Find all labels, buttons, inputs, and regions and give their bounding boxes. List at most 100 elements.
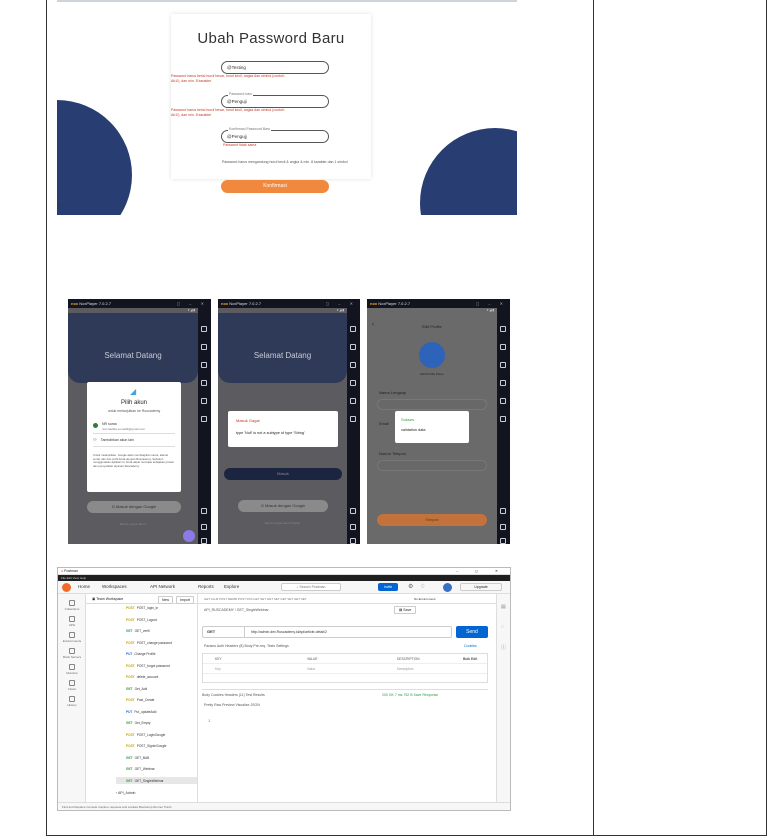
upgrade-button[interactable]: Upgrade: [460, 583, 502, 591]
toolbar-icon[interactable]: [500, 344, 506, 350]
search-input[interactable]: ⌕ Search Postman: [281, 583, 341, 591]
tree-request-item[interactable]: POST POST_SignInGoogle: [126, 744, 166, 748]
back-icon[interactable]: [500, 508, 506, 514]
toolbar-icon[interactable]: [500, 380, 506, 386]
toolbar-icon[interactable]: [201, 326, 207, 332]
new-button[interactable]: New: [158, 596, 174, 604]
recents-icon[interactable]: [201, 538, 207, 544]
save-button[interactable]: Simpan: [377, 514, 487, 526]
old-password-field[interactable]: @Testing: [221, 61, 329, 74]
edit-photo-caption[interactable]: Edit Profile Photo: [367, 372, 497, 376]
description-input[interactable]: Description: [397, 664, 414, 674]
tree-request-item[interactable]: POST POST_forgot password: [126, 664, 170, 668]
window-controls[interactable]: ◻ – ✕: [476, 299, 507, 308]
add-account-row[interactable]: ⚇ Tambahkan akun lain: [93, 437, 175, 447]
nav-workspaces[interactable]: Workspaces: [102, 584, 127, 589]
toolbar-icon[interactable]: [350, 344, 356, 350]
account-row[interactable]: NR suma nurmaulida.suma03@gmail.com: [93, 420, 175, 434]
profile-avatar[interactable]: [419, 342, 445, 368]
comments-icon[interactable]: ◌: [501, 624, 504, 630]
floating-avatar-icon[interactable]: [183, 530, 195, 542]
new-password-field[interactable]: Password baru @Penguji: [221, 92, 329, 108]
invite-button[interactable]: Invite: [378, 583, 398, 591]
toolbar-icon[interactable]: [500, 416, 506, 422]
toolbar-icon[interactable]: [500, 398, 506, 404]
key-input[interactable]: Key: [215, 664, 221, 674]
info-icon[interactable]: ⓘ: [501, 644, 506, 651]
toolbar-icon[interactable]: [201, 362, 207, 368]
login-button[interactable]: Masuk: [224, 468, 342, 480]
send-button[interactable]: Send: [456, 626, 488, 638]
toolbar-icon[interactable]: [350, 326, 356, 332]
tree-request-item[interactable]: PUT Put_updateAdd: [126, 710, 156, 714]
settings-icon[interactable]: ⚙: [408, 583, 413, 590]
toolbar-icon[interactable]: [201, 344, 207, 350]
tree-request-item[interactable]: POST Post_Create: [126, 698, 154, 702]
tree-request-item[interactable]: GET GET_SingleWebinar: [126, 779, 164, 783]
toolbar-icon[interactable]: [350, 362, 356, 368]
tree-request-item[interactable]: GET Get_Add: [126, 687, 147, 691]
tree-request-item[interactable]: GET GET_BAB: [126, 756, 149, 760]
response-tabs[interactable]: Body Cookies Headers (11) Test Results 2…: [202, 689, 488, 699]
status-bar[interactable]: Find and Replace Console Capture request…: [58, 802, 510, 810]
back-icon[interactable]: [350, 508, 356, 514]
toolbar-icon[interactable]: [350, 416, 356, 422]
cookies-link[interactable]: Cookies: [464, 644, 477, 648]
toolbar-icon[interactable]: [500, 362, 506, 368]
environment-select[interactable]: No Environment: [414, 594, 436, 603]
nav-api-network[interactable]: API Network: [150, 584, 175, 589]
home-icon[interactable]: [500, 524, 506, 530]
nav-home[interactable]: Home: [78, 584, 90, 589]
rail-collections[interactable]: Collections: [58, 600, 86, 611]
recents-icon[interactable]: [350, 538, 356, 544]
workspace-name[interactable]: Team Workspace: [96, 597, 123, 601]
home-icon[interactable]: [201, 524, 207, 530]
rail-mock-servers[interactable]: Mock Servers: [58, 648, 86, 659]
toolbar-icon[interactable]: [201, 398, 207, 404]
name-field[interactable]: [377, 399, 487, 410]
tree-request-item[interactable]: POST POST_login_in: [126, 606, 158, 610]
back-icon[interactable]: [201, 508, 207, 514]
method-select[interactable]: GET: [203, 627, 245, 637]
url-input[interactable]: http://admin.dev.Ruscademy.id/api/articl…: [251, 627, 327, 637]
tree-request-item[interactable]: GET GET_verifi: [126, 629, 150, 633]
tree-request-item[interactable]: PUT Change Profile: [126, 652, 155, 656]
import-button[interactable]: Import: [176, 596, 194, 604]
request-tabs[interactable]: GET ALLB POST MEMB POST PAS GET SET GET …: [198, 594, 496, 604]
home-icon[interactable]: [350, 524, 356, 530]
rail-flows[interactable]: Flows: [58, 680, 86, 691]
toolbar-icon[interactable]: [350, 380, 356, 386]
toolbar-icon[interactable]: [350, 398, 356, 404]
params-tabs[interactable]: Params Auth Headers (8) Body Pre-req. Te…: [204, 644, 289, 648]
docs-icon[interactable]: ▤: [501, 604, 506, 610]
google-signin-button[interactable]: G Masuk dengan Google: [87, 501, 181, 513]
recents-icon[interactable]: [500, 538, 506, 544]
rail-history[interactable]: History: [58, 696, 86, 707]
tree-request-item[interactable]: GET GET_Webinar: [126, 767, 155, 771]
tree-request-item[interactable]: POST POST_LoginGoogle: [126, 733, 165, 737]
value-input[interactable]: Value: [307, 664, 315, 674]
rail-environments[interactable]: Environments: [58, 632, 86, 643]
window-controls[interactable]: ◻ – ✕: [326, 299, 357, 308]
toolbar-icon[interactable]: [201, 416, 207, 422]
nav-reports[interactable]: Reports: [198, 584, 214, 589]
params-row[interactable]: Key Value Description: [203, 664, 487, 674]
window-controls[interactable]: ◻ – ✕: [177, 299, 208, 308]
url-bar[interactable]: GET http://admin.dev.Ruscademy.id/api/ar…: [202, 626, 452, 638]
confirm-password-field[interactable]: Konfirmasi Password Baru @Pengujj: [221, 127, 329, 143]
notifications-icon[interactable]: ♢: [420, 583, 425, 590]
nav-explore[interactable]: Explore: [224, 584, 239, 589]
phone-field[interactable]: [377, 460, 487, 471]
toolbar-icon[interactable]: [201, 380, 207, 386]
bulk-edit-link[interactable]: Bulk Edit: [463, 654, 477, 664]
google-signin-button[interactable]: G Masuk dengan Google: [238, 500, 328, 512]
confirm-button[interactable]: Konfirmasi: [221, 180, 329, 193]
tree-request-item[interactable]: POST delete_account: [126, 675, 158, 679]
toolbar-icon[interactable]: [500, 326, 506, 332]
signup-link[interactable]: Belum punya akun?: [68, 522, 198, 526]
tree-folder-api-admin[interactable]: › API_Admin: [116, 791, 135, 795]
rail-apis[interactable]: APIs: [58, 616, 86, 627]
tree-request-item[interactable]: GET Get_Empty: [126, 721, 151, 725]
save-button[interactable]: ▤ Save: [394, 606, 417, 614]
tree-request-item[interactable]: POST POST_Logout: [126, 618, 157, 622]
